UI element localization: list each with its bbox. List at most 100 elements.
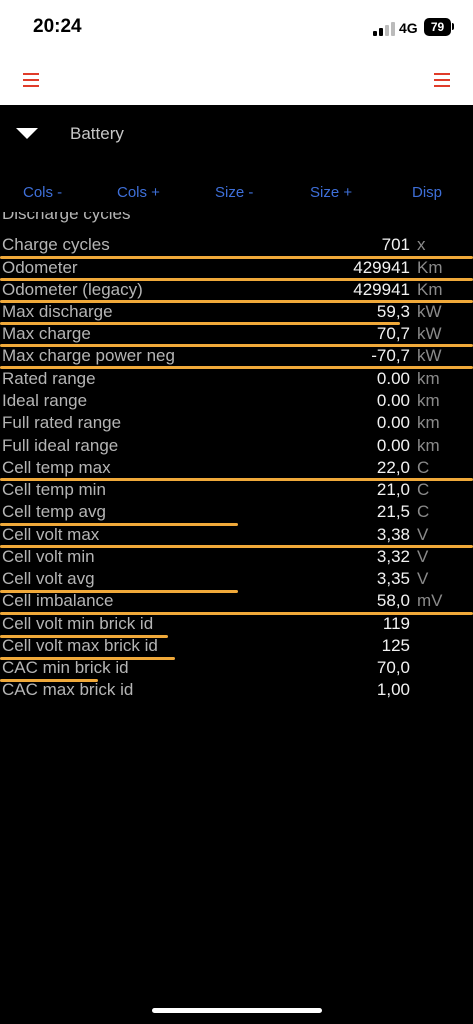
row-label: Cell volt max xyxy=(2,525,100,544)
cols-minus-button[interactable]: Cols - xyxy=(23,184,62,201)
annotation-underline xyxy=(0,366,473,369)
menu-left-icon[interactable] xyxy=(23,73,39,87)
row-label: Rated range xyxy=(2,369,96,388)
annotation-underline xyxy=(0,590,238,593)
battery-icon: 79 xyxy=(424,18,451,36)
disp-button[interactable]: Disp xyxy=(412,184,442,201)
battery-level: 79 xyxy=(430,20,445,34)
row-value: 21,5 xyxy=(376,502,410,521)
row-unit: C xyxy=(417,502,430,521)
row-label: CAC max brick id xyxy=(2,680,134,699)
collapse-triangle-icon[interactable] xyxy=(16,128,38,139)
row-label: Max charge xyxy=(2,324,91,343)
annotation-underline xyxy=(0,478,473,481)
toolbar: Cols - Cols + Size - Size + Disp xyxy=(0,176,473,212)
menu-right-icon[interactable] xyxy=(434,73,450,87)
annotation-underline xyxy=(0,278,473,281)
nav-bar xyxy=(0,58,473,105)
annotation-underline xyxy=(0,635,168,638)
row-label: Cell volt min brick id xyxy=(2,614,154,633)
row-cac-max-brick-id: CAC max brick id 1,00 xyxy=(0,680,473,702)
annotation-underline xyxy=(0,545,473,548)
row-label: Max charge power neg xyxy=(2,346,175,365)
annotation-underline xyxy=(0,523,238,526)
row-charge-cycles: Charge cycles 701 x xyxy=(0,235,473,257)
row-value: 70,0 xyxy=(376,658,410,677)
annotation-underline xyxy=(0,679,98,682)
row-odometer-legacy: Odometer (legacy) 429941 Km xyxy=(0,280,473,302)
row-cell-imbalance: Cell imbalance 58,0 mV xyxy=(0,591,473,613)
row-label: CAC min brick id xyxy=(2,658,129,677)
row-full-rated-range: Full rated range 0.00 km xyxy=(0,413,473,435)
row-cell-volt-max-brick-id: Cell volt max brick id 125 xyxy=(0,636,473,658)
network-type: 4G xyxy=(399,20,418,36)
row-value: 21,0 xyxy=(376,480,410,499)
row-unit: V xyxy=(417,569,429,588)
row-label: Discharge cycles xyxy=(2,212,131,223)
row-full-ideal-range: Full ideal range 0.00 km xyxy=(0,436,473,458)
row-unit: V xyxy=(417,525,429,544)
annotation-underline xyxy=(0,300,473,303)
cols-plus-button[interactable]: Cols + xyxy=(117,184,160,201)
row-cell-volt-min: Cell volt min 3,32 V xyxy=(0,547,473,569)
row-value: 0.00 xyxy=(376,391,410,410)
row-cell-volt-max: Cell volt max 3,38 V xyxy=(0,525,473,547)
row-unit: C xyxy=(417,458,430,477)
row-label: Cell volt avg xyxy=(2,569,95,588)
row-unit: km xyxy=(417,369,440,388)
status-bar: 20:24 4G 79 xyxy=(0,0,473,58)
row-label: Cell temp max xyxy=(2,458,111,477)
annotation-underline xyxy=(0,657,175,660)
row-odometer: Odometer 429941 Km xyxy=(0,258,473,280)
row-unit: kW xyxy=(417,302,442,321)
row-max-charge: Max charge 70,7 kW xyxy=(0,324,473,346)
row-unit: km xyxy=(417,436,440,455)
row-value: 429941 xyxy=(353,280,410,299)
row-value: 0.00 xyxy=(376,436,410,455)
home-indicator[interactable] xyxy=(152,1008,322,1013)
row-unit: x xyxy=(417,235,426,254)
row-label: Cell temp avg xyxy=(2,502,106,521)
row-value: 701 xyxy=(381,235,410,254)
row-unit: kW xyxy=(417,346,442,365)
row-label: Odometer (legacy) xyxy=(2,280,143,299)
row-value: 58,0 xyxy=(376,591,410,610)
row-unit: km xyxy=(417,391,440,410)
row-value: 119 xyxy=(382,614,410,633)
row-unit: V xyxy=(417,547,429,566)
section-title: Battery xyxy=(70,124,124,143)
row-value: 125 xyxy=(381,636,410,655)
row-discharge-cycles: Discharge cycles xyxy=(0,212,473,226)
row-value: 22,0 xyxy=(376,458,410,477)
row-label: Charge cycles xyxy=(2,235,110,254)
status-time: 20:24 xyxy=(33,16,82,37)
row-max-charge-power-neg: Max charge power neg -70,7 kW xyxy=(0,346,473,368)
row-cell-volt-avg: Cell volt avg 3,35 V xyxy=(0,569,473,591)
row-cell-temp-max: Cell temp max 22,0 C xyxy=(0,458,473,480)
row-value: 59,3 xyxy=(376,302,410,321)
row-label: Cell volt max brick id xyxy=(2,636,158,655)
row-cac-min-brick-id: CAC min brick id 70,0 xyxy=(0,658,473,680)
size-plus-button[interactable]: Size + xyxy=(310,184,352,201)
row-label: Full ideal range xyxy=(2,436,119,455)
row-value: 3,38 xyxy=(376,525,410,544)
row-unit: C xyxy=(417,480,430,499)
row-value: 70,7 xyxy=(376,324,410,343)
row-unit: Km xyxy=(417,280,443,299)
row-value: 1,00 xyxy=(376,680,410,699)
annotation-underline xyxy=(0,344,473,347)
battery-nub xyxy=(452,23,454,30)
row-cell-temp-min: Cell temp min 21,0 C xyxy=(0,480,473,502)
cellular-signal-icon xyxy=(373,22,395,36)
row-unit: mV xyxy=(417,591,443,610)
data-list[interactable]: Discharge cycles Charge cycles 701 x Odome… xyxy=(0,212,473,712)
row-value: 0.00 xyxy=(376,369,410,388)
row-unit: kW xyxy=(417,324,442,343)
row-rated-range: Rated range 0.00 km xyxy=(0,369,473,391)
row-label: Odometer xyxy=(2,258,78,277)
row-cell-temp-avg: Cell temp avg 21,5 C xyxy=(0,502,473,524)
section-header[interactable]: Battery xyxy=(0,105,473,165)
size-minus-button[interactable]: Size - xyxy=(215,184,253,201)
row-cell-volt-min-brick-id: Cell volt min brick id 119 xyxy=(0,614,473,636)
row-value: 0.00 xyxy=(376,413,410,432)
